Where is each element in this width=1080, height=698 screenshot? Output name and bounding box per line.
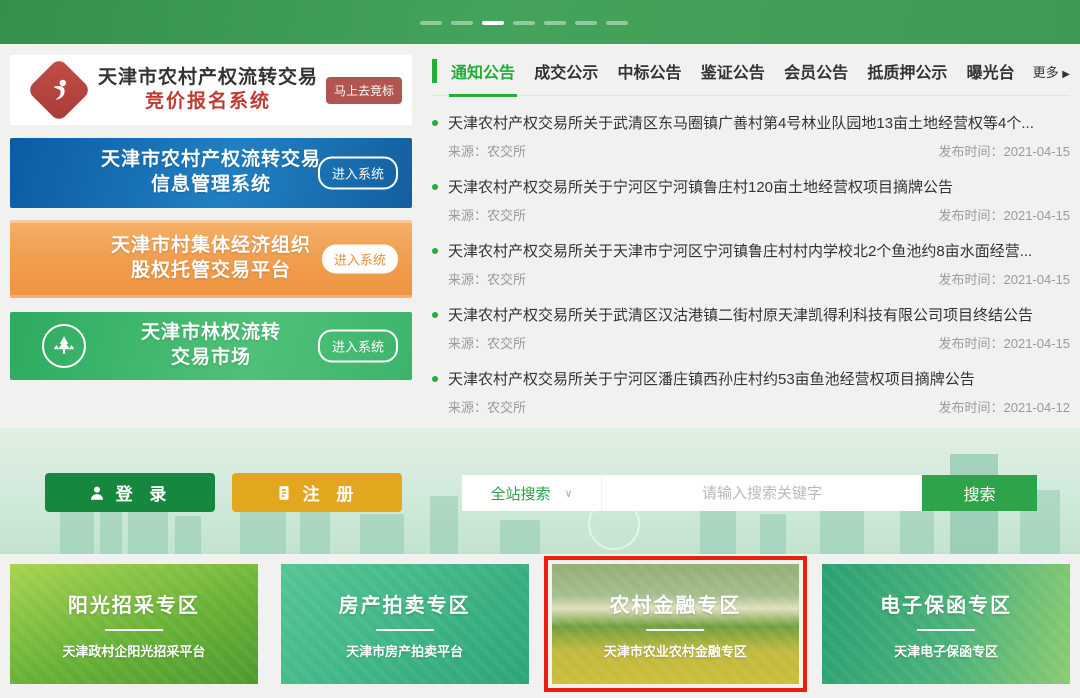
notice-board: 通知公告成交公示中标公告鉴证公告会员公告抵质押公示曝光台 更多 ▶ 天津农村产权… xyxy=(432,55,1070,416)
equity-enter-system-button[interactable]: 进入系统 xyxy=(322,245,398,274)
search-button[interactable]: 搜索 xyxy=(922,475,1037,511)
carousel-dot[interactable] xyxy=(544,21,566,25)
bullet-icon xyxy=(432,248,438,254)
carousel-dot[interactable] xyxy=(575,21,597,25)
tab-7[interactable]: 曝光台 xyxy=(967,59,1015,83)
zone-title: 房产拍卖专区 xyxy=(339,589,471,618)
news-title-link[interactable]: 天津农村产权交易所关于武清区汉沽港镇二街村原天津凯得利科技有限公司项目终结公告 xyxy=(448,304,1033,325)
notice-tabs-row: 通知公告成交公示中标公告鉴证公告会员公告抵质押公示曝光台 更多 ▶ xyxy=(432,59,1070,96)
zone-divider xyxy=(376,629,434,631)
news-item: 天津农村产权交易所关于武清区东马圈镇广善村第4号林业队园地13亩土地经营权等4个… xyxy=(432,112,1070,160)
search-scope-select[interactable]: 全站搜索 ∨ xyxy=(462,475,602,511)
more-label: 更多 xyxy=(1033,65,1059,80)
login-label: 登 录 xyxy=(116,480,173,505)
news-date: 发布时间：2021-04-15 xyxy=(939,141,1071,160)
tree-icon xyxy=(42,324,86,368)
tab-1[interactable]: 通知公告 xyxy=(451,59,515,83)
search-scope-label: 全站搜索 xyxy=(490,483,550,504)
zone-title: 阳光招采专区 xyxy=(68,589,200,618)
zone-card[interactable]: 电子保函专区 天津电子保函专区 xyxy=(822,564,1070,684)
news-item: 天津农村产权交易所关于武清区汉沽港镇二街村原天津凯得利科技有限公司项目终结公告 … xyxy=(432,304,1070,352)
zone-title: 电子保函专区 xyxy=(880,589,1012,618)
news-list: 天津农村产权交易所关于武清区东马圈镇广善村第4号林业队园地13亩土地经营权等4个… xyxy=(432,112,1070,416)
carousel-dot[interactable] xyxy=(606,21,628,25)
carousel-dot[interactable] xyxy=(482,21,504,25)
left-banner-column: 天津市农村产权流转交易 竞价报名系统 马上去竞标 天津市农村产权流转交易 信息管… xyxy=(10,55,412,416)
bidding-card-title: 天津市农村产权流转交易 xyxy=(90,66,326,90)
register-button[interactable]: 注 册 xyxy=(232,473,402,512)
zone-card[interactable]: 农村金融专区 天津市农业农村金融专区 xyxy=(552,564,800,684)
more-link[interactable]: 更多 ▶ xyxy=(1033,62,1070,81)
tab-2[interactable]: 成交公示 xyxy=(534,59,598,83)
zone-divider xyxy=(917,629,975,631)
news-source: 来源：农交所 xyxy=(448,141,526,160)
carousel-dots xyxy=(420,21,628,25)
news-date: 发布时间：2021-04-15 xyxy=(939,269,1071,288)
zone-title: 农村金融专区 xyxy=(609,589,741,618)
news-source: 来源：农交所 xyxy=(448,333,526,352)
forest-market-banner[interactable]: 天津市林权流转 交易市场 进入系统 xyxy=(10,312,412,380)
search-bar: 全站搜索 ∨ 搜索 xyxy=(462,475,1037,511)
bidding-card-titles: 天津市农村产权流转交易 竞价报名系统 xyxy=(90,66,326,114)
tab-3[interactable]: 中标公告 xyxy=(618,59,682,83)
bullet-icon xyxy=(432,312,438,318)
tab-6[interactable]: 抵质押公示 xyxy=(867,59,947,83)
news-source: 来源：农交所 xyxy=(448,205,526,224)
zone-subtitle: 天津电子保函专区 xyxy=(894,641,998,660)
user-icon xyxy=(88,484,106,502)
zone-divider xyxy=(105,629,163,631)
login-button[interactable]: 登 录 xyxy=(45,473,215,512)
top-carousel-bar xyxy=(0,0,1080,44)
hero-search-band: 登 录 注 册 全站搜索 ∨ 搜索 xyxy=(0,428,1080,554)
zone-subtitle: 天津市房产拍卖平台 xyxy=(346,641,463,660)
search-input[interactable] xyxy=(602,475,922,511)
bidding-logo-icon xyxy=(26,57,91,122)
register-label: 注 册 xyxy=(303,480,360,505)
bidding-card-subtitle: 竞价报名系统 xyxy=(90,90,326,114)
carousel-dot[interactable] xyxy=(451,21,473,25)
news-item: 天津农村产权交易所关于宁河区宁河镇鲁庄村120亩土地经营权项目摘牌公告 来源：农… xyxy=(432,176,1070,224)
zone-divider xyxy=(646,629,704,631)
news-item: 天津农村产权交易所关于天津市宁河区宁河镇鲁庄村村内学校北2个鱼池约8亩水面经营.… xyxy=(432,240,1070,288)
news-date: 发布时间：2021-04-15 xyxy=(939,205,1071,224)
id-card-icon xyxy=(275,484,293,502)
bullet-icon xyxy=(432,376,438,382)
info-management-banner[interactable]: 天津市农村产权流转交易 信息管理系统 进入系统 xyxy=(10,138,412,208)
news-source: 来源：农交所 xyxy=(448,397,526,416)
news-item: 天津农村产权交易所关于宁河区潘庄镇西孙庄村约53亩鱼池经营权项目摘牌公告 来源：… xyxy=(432,368,1070,416)
more-arrow-icon: ▶ xyxy=(1062,69,1070,80)
news-date: 发布时间：2021-04-12 xyxy=(939,397,1071,416)
notice-tabs: 通知公告成交公示中标公告鉴证公告会员公告抵质押公示曝光台 xyxy=(451,59,1015,83)
bidding-system-card[interactable]: 天津市农村产权流转交易 竞价报名系统 马上去竞标 xyxy=(10,55,412,125)
bullet-icon xyxy=(432,120,438,126)
equity-platform-banner[interactable]: 天津市村集体经济组织 股权托管交易平台 进入系统 xyxy=(10,220,412,298)
bullet-icon xyxy=(432,184,438,190)
chevron-down-icon: ∨ xyxy=(564,487,572,500)
tab-5[interactable]: 会员公告 xyxy=(784,59,848,83)
news-title-link[interactable]: 天津农村产权交易所关于宁河区宁河镇鲁庄村120亩土地经营权项目摘牌公告 xyxy=(448,176,953,197)
tab-4[interactable]: 鉴证公告 xyxy=(701,59,765,83)
forest-enter-system-button[interactable]: 进入系统 xyxy=(318,330,398,363)
info-enter-system-button[interactable]: 进入系统 xyxy=(318,157,398,190)
news-title-link[interactable]: 天津农村产权交易所关于宁河区潘庄镇西孙庄村约53亩鱼池经营权项目摘牌公告 xyxy=(448,368,975,389)
zone-cards: 阳光招采专区 天津政村企阳光招采平台 房产拍卖专区 天津市房产拍卖平台 农村金融… xyxy=(0,564,1080,684)
carousel-dot[interactable] xyxy=(420,21,442,25)
news-date: 发布时间：2021-04-15 xyxy=(939,333,1071,352)
news-title-link[interactable]: 天津农村产权交易所关于武清区东马圈镇广善村第4号林业队园地13亩土地经营权等4个… xyxy=(448,112,1034,133)
zone-card[interactable]: 房产拍卖专区 天津市房产拍卖平台 xyxy=(281,564,529,684)
zone-subtitle: 天津政村企阳光招采平台 xyxy=(62,641,205,660)
carousel-dot[interactable] xyxy=(513,21,535,25)
zone-subtitle: 天津市农业农村金融专区 xyxy=(604,641,747,660)
zone-card[interactable]: 阳光招采专区 天津政村企阳光招采平台 xyxy=(10,564,258,684)
go-bid-button[interactable]: 马上去竞标 xyxy=(326,77,402,104)
news-source: 来源：农交所 xyxy=(448,269,526,288)
tabs-accent-bar xyxy=(432,59,437,83)
news-title-link[interactable]: 天津农村产权交易所关于天津市宁河区宁河镇鲁庄村村内学校北2个鱼池约8亩水面经营.… xyxy=(448,240,1032,261)
